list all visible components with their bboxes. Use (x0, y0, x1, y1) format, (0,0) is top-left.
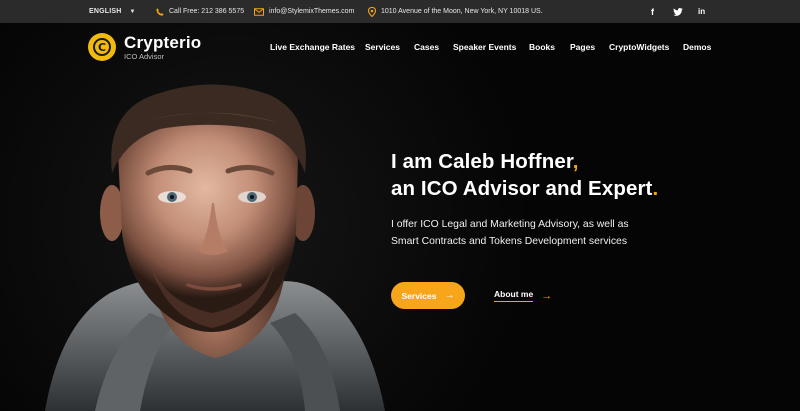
services-button[interactable]: Services → (391, 282, 465, 309)
facebook-icon[interactable]: f (651, 0, 654, 23)
nav-pages[interactable]: Pages (570, 42, 595, 52)
brand-logo-icon[interactable]: C (88, 33, 116, 61)
email-info[interactable]: info@StylemixThemes.com (254, 0, 354, 23)
hero-title-line-2: an ICO Advisor and Expert. (391, 177, 659, 200)
twitter-icon[interactable] (673, 0, 683, 23)
phone-info[interactable]: Call Free: 212 386 5575 (156, 0, 244, 23)
address-info: 1010 Avenue of the Moon, New York, NY 10… (368, 0, 543, 23)
arrow-right-icon: → (541, 289, 553, 302)
address-text: 1010 Avenue of the Moon, New York, NY 10… (381, 8, 543, 15)
hero-portrait-image (0, 23, 560, 411)
nav-cryptowidgets[interactable]: CryptoWidgets (609, 42, 669, 52)
nav-live-exchange-rates[interactable]: Live Exchange Rates (270, 42, 355, 52)
map-pin-icon (368, 6, 376, 17)
top-bar: ENGLISH ▼ Call Free: 212 386 5575 info@S… (0, 0, 800, 23)
phone-text: Call Free: 212 386 5575 (169, 8, 245, 15)
nav-cases[interactable]: Cases (414, 42, 439, 52)
about-me-label: About me (494, 289, 534, 302)
services-button-label: Services (401, 290, 437, 301)
crypto-coin-icon: C (93, 38, 111, 56)
nav-demos[interactable]: Demos (683, 42, 711, 52)
hero-subtitle-line-2: Smart Contracts and Tokens Development s… (391, 236, 628, 247)
phone-icon (156, 7, 164, 16)
arrow-right-icon: → (444, 290, 455, 301)
envelope-icon (254, 7, 264, 16)
caret-down-icon: ▼ (129, 8, 136, 15)
language-label: ENGLISH (89, 8, 122, 15)
brand-name[interactable]: Crypterio (124, 33, 201, 53)
brand-tagline: ICO Advisor (124, 52, 165, 61)
nav-services[interactable]: Services (365, 42, 400, 52)
nav-speaker-events[interactable]: Speaker Events (453, 42, 516, 52)
email-text: info@StylemixThemes.com (269, 8, 355, 15)
hero-subtitle-line-1: I offer ICO Legal and Marketing Advisory… (391, 219, 629, 230)
about-me-link[interactable]: About me → (494, 289, 552, 302)
nav-books[interactable]: Books (529, 42, 555, 52)
linkedin-icon[interactable]: in (698, 0, 705, 23)
hero-title-line-1: I am Caleb Hoffner, (391, 150, 579, 173)
language-selector[interactable]: ENGLISH ▼ (89, 0, 136, 23)
